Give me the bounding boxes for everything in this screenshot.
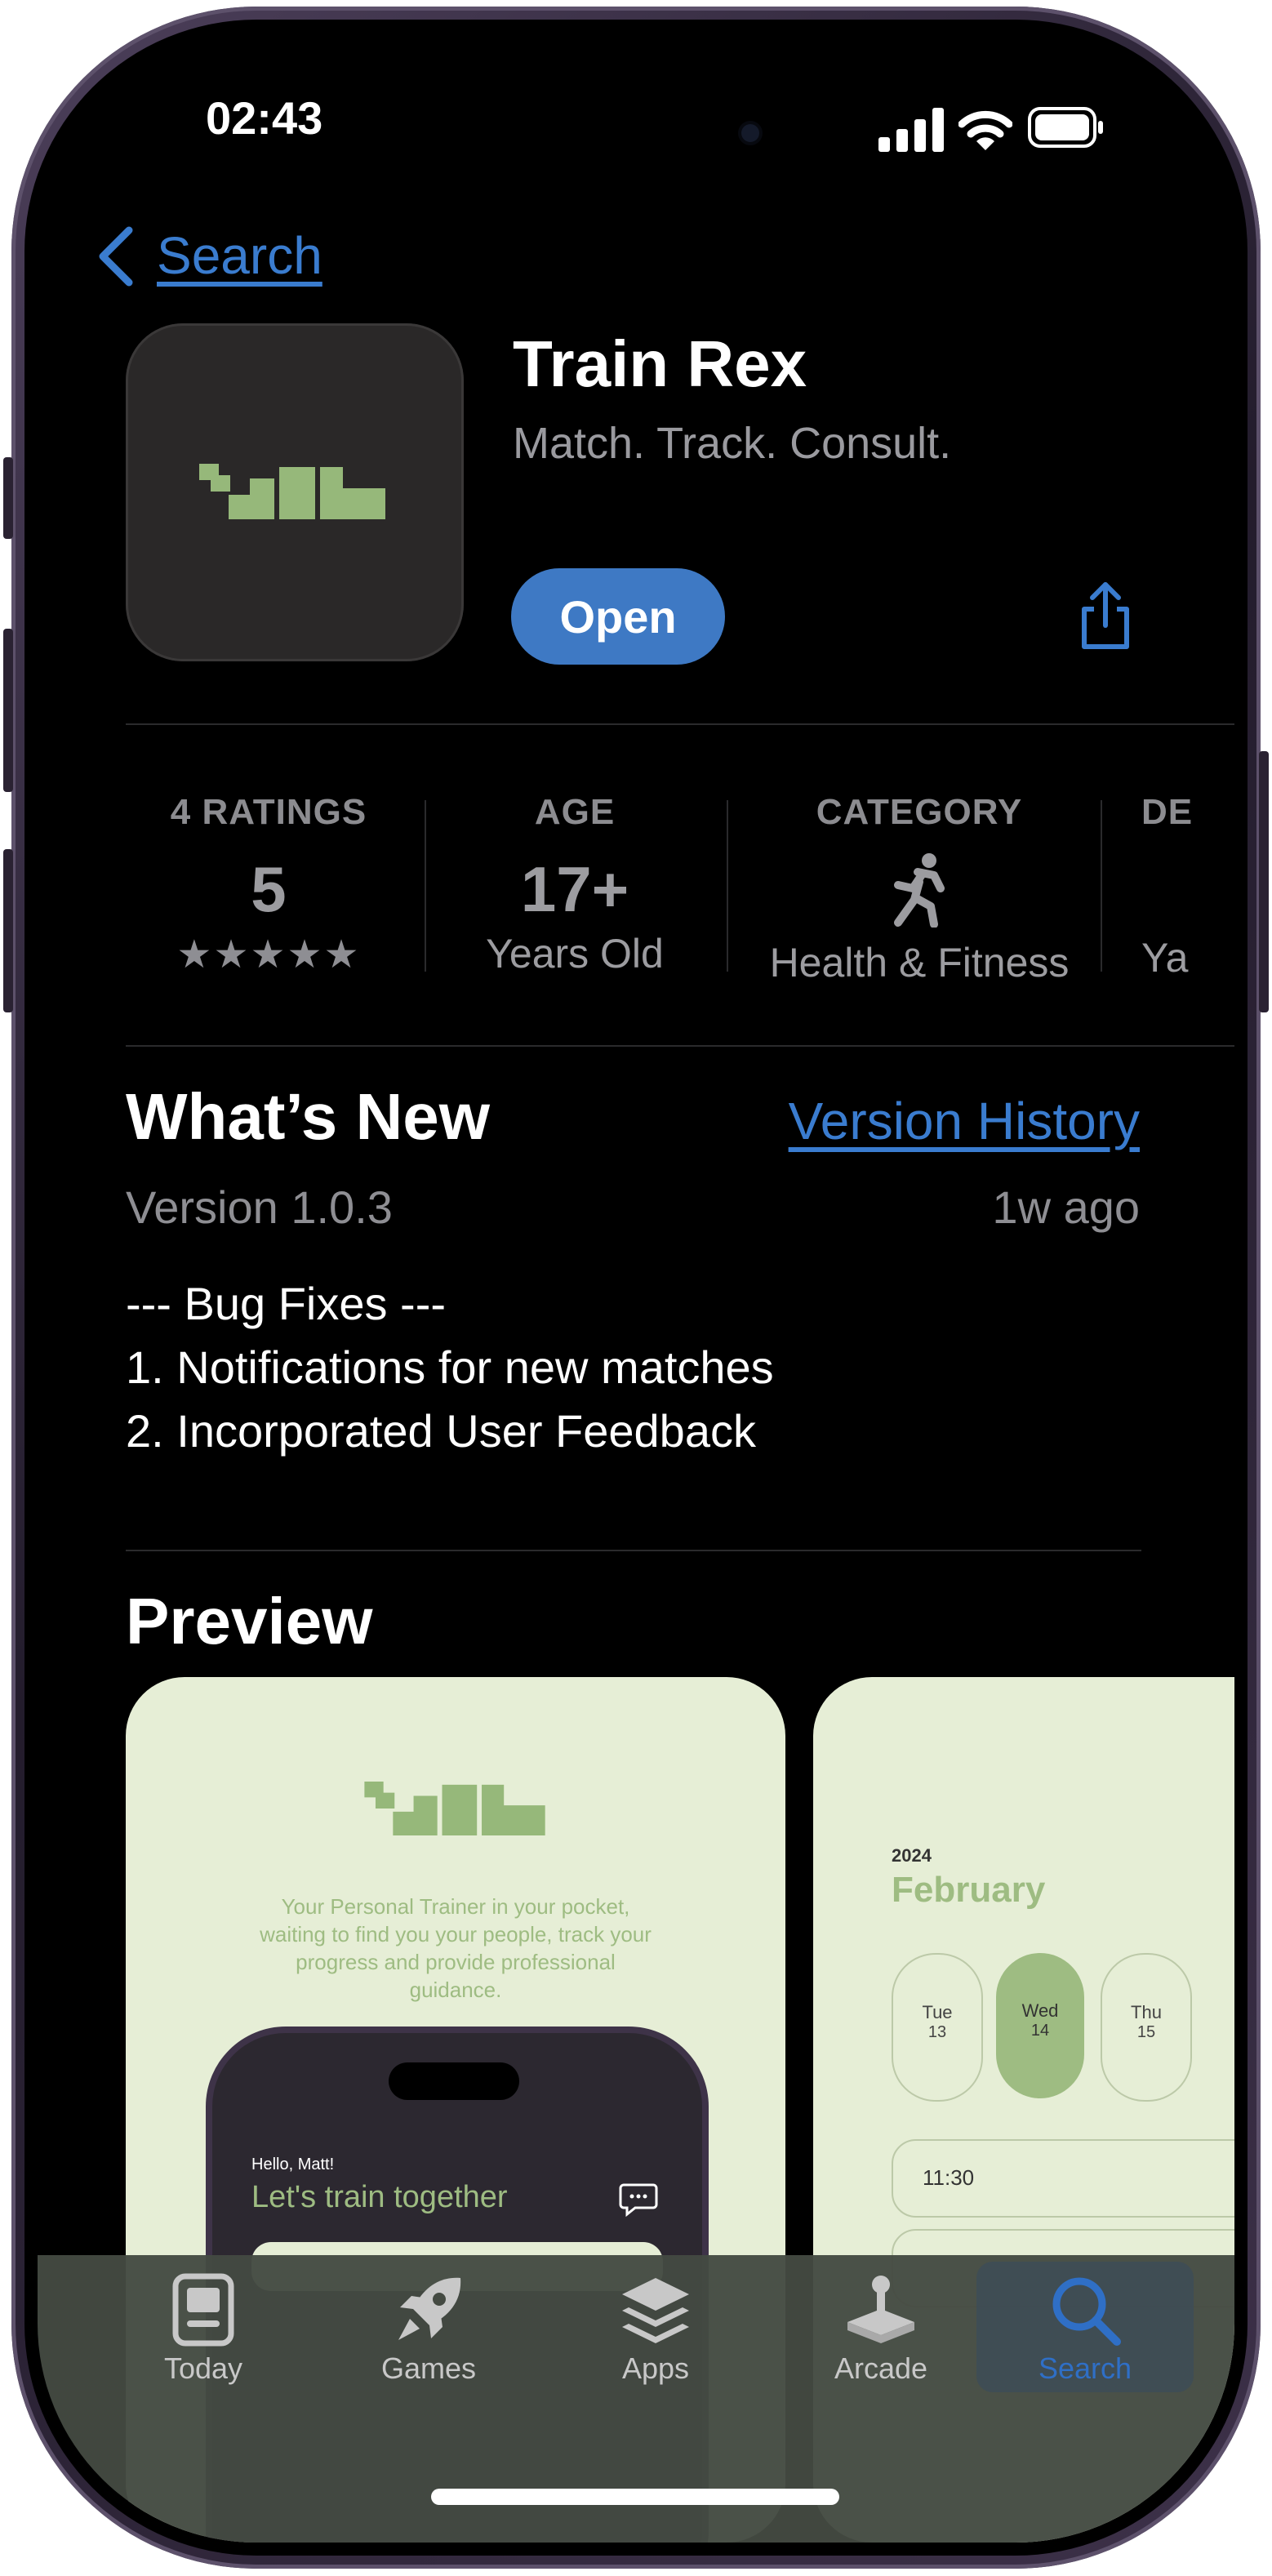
divider (126, 723, 1234, 725)
tab-label: Today (163, 2351, 243, 2385)
preview-title: Preview (126, 1585, 373, 1657)
day-pill: Thu 15 (1101, 1953, 1192, 2102)
developer-sub: Ya (1141, 935, 1189, 981)
release-note-line: 2. Incorporated User Feedback (126, 1405, 756, 1457)
category-label: CATEGORY (816, 792, 1023, 832)
ratings-label: 4 RATINGS (170, 792, 367, 832)
dynamic-island (389, 2062, 519, 2100)
preview-tagline: Your Personal Trainer in your pocket, wa… (175, 1893, 736, 2004)
day-pill: Tue 13 (892, 1953, 983, 2102)
tab-arcade[interactable]: Arcade (787, 2273, 975, 2386)
age-info: AGE 17+ Years Old (446, 792, 704, 977)
action-button (3, 457, 13, 539)
ratings-info: 4 RATINGS 5 ★★★★★ (126, 792, 411, 977)
release-note-line: --- Bug Fixes --- (126, 1278, 446, 1329)
app-icon (126, 323, 464, 661)
tagline-line: waiting to find you your people, track y… (260, 1922, 652, 1946)
share-icon[interactable] (1078, 581, 1133, 652)
signal-icon (878, 108, 944, 152)
info-divider (425, 800, 426, 972)
back-link[interactable]: Search (157, 225, 322, 286)
age-value: 17+ (520, 853, 629, 925)
tagline-line: Your Personal Trainer in your pocket, (281, 1894, 630, 1919)
front-camera (741, 124, 759, 142)
info-divider (727, 800, 728, 972)
volume-down-button (3, 849, 13, 1012)
tab-today[interactable]: Today (109, 2273, 297, 2386)
chat-icon (619, 2183, 658, 2218)
back-chevron-icon[interactable] (96, 225, 134, 287)
info-divider (1101, 800, 1102, 972)
divider (126, 1045, 1234, 1047)
day-date: 14 (1030, 2022, 1050, 2040)
greeting-headline: Let's train together (251, 2180, 508, 2214)
tab-search[interactable]: Search (991, 2273, 1179, 2386)
time-slot-label: 11:30 (923, 2165, 975, 2190)
day-date: 15 (1136, 2023, 1156, 2041)
power-button (1259, 751, 1269, 1012)
layers-icon (622, 2278, 689, 2343)
volume-up-button (3, 629, 13, 792)
tab-label: Apps (621, 2351, 690, 2385)
app-title: Train Rex (513, 327, 807, 400)
tagline-line: guidance. (409, 1978, 502, 2002)
divider (126, 1550, 1141, 1551)
train-rex-logo (364, 1782, 545, 1835)
greeting-text: Hello, Matt! (251, 2156, 335, 2173)
age-sub: Years Old (486, 931, 664, 977)
runner-icon (894, 853, 945, 928)
day-date: 13 (927, 2023, 947, 2041)
developer-info: DE Ya (1141, 792, 1234, 981)
rating-stars: ★★★★★ (176, 933, 361, 977)
calendar-year: 2024 (892, 1845, 932, 1866)
joystick-icon (847, 2276, 914, 2343)
day-name: Tue (922, 2002, 953, 2022)
tab-label: Arcade (834, 2351, 928, 2385)
category-sub: Health & Fitness (769, 940, 1070, 985)
rocket-icon (398, 2277, 461, 2340)
app-subtitle: Match. Track. Consult. (513, 419, 952, 468)
age-label: AGE (534, 792, 616, 832)
release-note-line: 1. Notifications for new matches (126, 1341, 774, 1393)
train-rex-logo (199, 464, 385, 519)
calendar-month: February (892, 1870, 1046, 1910)
whats-new-title: What’s New (126, 1080, 490, 1153)
tab-apps[interactable]: Apps (562, 2273, 749, 2386)
day-name: Thu (1131, 2002, 1162, 2022)
release-age: 1w ago (992, 1181, 1140, 1233)
developer-label: DE (1141, 792, 1194, 832)
tab-bar: Today Games Apps Arcade Search (38, 2255, 1234, 2543)
time-slot: 11:30 (892, 2139, 1234, 2218)
today-icon (172, 2273, 234, 2347)
search-icon (1052, 2277, 1121, 2346)
rating-value: 5 (251, 853, 287, 925)
category-info: CATEGORY Health & Fitness (748, 792, 1091, 986)
battery-icon (1028, 107, 1103, 148)
screen: 02:43 Search Train Rex Match. Track. Con… (38, 33, 1234, 2543)
tagline-line: progress and provide professional (296, 1950, 616, 1974)
tab-label: Games (380, 2351, 477, 2385)
version-label: Version 1.0.3 (126, 1181, 393, 1233)
day-name: Wed (1021, 2000, 1059, 2021)
status-time: 02:43 (206, 92, 323, 144)
tab-label: Search (1038, 2351, 1132, 2385)
wifi-icon (958, 110, 1012, 150)
open-button[interactable]: Open (511, 568, 725, 665)
home-indicator (431, 2489, 839, 2505)
version-history-link[interactable]: Version History (691, 1091, 1140, 1151)
tab-games[interactable]: Games (335, 2273, 523, 2386)
day-pill-selected: Wed 14 (996, 1953, 1084, 2098)
